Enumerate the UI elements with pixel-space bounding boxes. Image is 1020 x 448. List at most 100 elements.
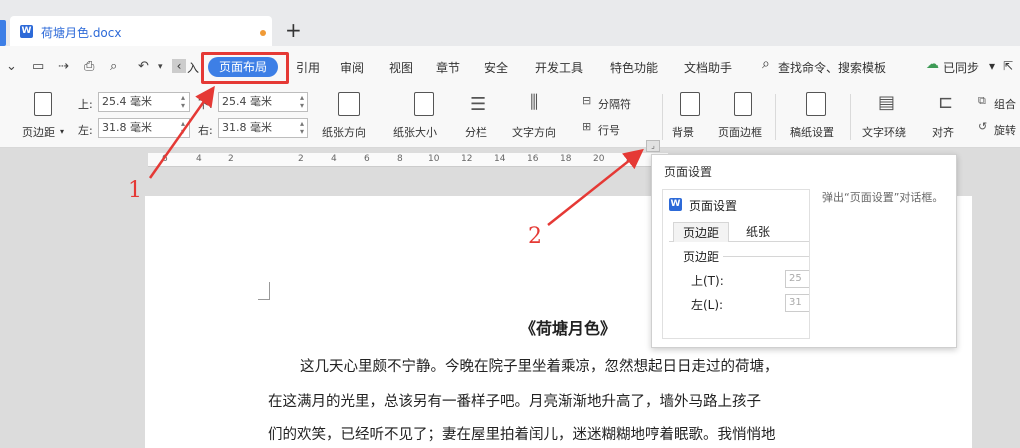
right-margin-label: 右:	[198, 124, 213, 137]
save-icon[interactable]: ▭	[32, 59, 44, 74]
search-command-box[interactable]: 查找命令、搜索模板	[778, 59, 886, 76]
tab-security[interactable]: 安全	[484, 59, 508, 76]
document-heading[interactable]: 《荷塘月色》	[520, 315, 616, 339]
line-number-icon: ⊞	[582, 120, 592, 133]
more-icon[interactable]: ‹	[172, 59, 186, 73]
rotate-button[interactable]: 旋转	[994, 122, 1016, 138]
print-icon[interactable]: ⎙	[84, 59, 94, 74]
bottom-margin-label: 下:	[198, 98, 213, 111]
tab-doc-assistant[interactable]: 文档助手	[684, 59, 732, 76]
ruler-tick: 10	[428, 154, 440, 164]
preview-dialog-title: 页面设置	[689, 199, 738, 213]
preview-tab-paper: 纸张	[745, 225, 770, 239]
cloud-sync-icon: ☁	[926, 57, 939, 72]
background-button[interactable]: 背景	[672, 124, 694, 140]
tab-features[interactable]: 特色功能	[610, 59, 658, 76]
word-doc-icon: W	[20, 25, 33, 38]
text-wrap-icon[interactable]: ▤	[878, 92, 895, 113]
ruler-tick: 4	[196, 154, 202, 164]
paper-size-icon[interactable]	[414, 92, 434, 116]
document-tab[interactable]: W 荷塘月色.docx	[10, 16, 272, 46]
ribbon-divider	[775, 94, 776, 140]
page-setup-dialog-preview: W 页面设置 页边距 纸张 页边距 上(T): 25 左(L): 31	[662, 189, 810, 339]
preview-tab-margins: 页边距	[673, 222, 729, 242]
ribbon-divider	[662, 94, 663, 140]
document-tab-title: 荷塘月色.docx	[41, 26, 122, 40]
right-margin-spin-down[interactable]: ▾	[300, 128, 304, 136]
page-border-icon[interactable]	[734, 92, 752, 116]
manuscript-button[interactable]: 稿纸设置	[790, 124, 834, 140]
new-tab-button[interactable]: +	[285, 20, 302, 40]
margin-corner-mark	[258, 282, 270, 300]
document-paragraph-line[interactable]: 们的欢笑，已经听不见了；妻在屋里拍着闰儿，迷迷糊糊地哼着眠歌。我悄悄地	[268, 423, 776, 444]
tab-review[interactable]: 审阅	[340, 59, 364, 76]
ribbon-divider	[850, 94, 851, 140]
document-paragraph-line[interactable]: 这几天心里颇不宁静。今晚在院子里坐着乘凉，忽然想起日日走过的荷塘，	[300, 355, 779, 376]
margins-icon[interactable]	[34, 92, 52, 116]
document-paragraph-line[interactable]: 在这满月的光里，总该另有一番样子吧。月亮渐渐地升高了，墙外马路上孩子	[268, 390, 761, 411]
preview-section-label: 页边距	[683, 250, 720, 264]
sync-status[interactable]: 已同步	[943, 59, 979, 76]
menu-bar: ⌄ ▭ ⇢ ⎙ ⌕ ↶ ▾ ‹ 入 页面布局 引用 审阅 视图 章节 安全 开发…	[0, 46, 1020, 86]
preview-divider	[723, 256, 809, 257]
tab-view[interactable]: 视图	[389, 59, 413, 76]
tab-references[interactable]: 引用	[296, 59, 320, 76]
bottom-margin-input[interactable]: 25.4 毫米	[218, 92, 308, 112]
align-icon[interactable]: ⊏	[938, 92, 953, 113]
ruler-tick: 6	[364, 154, 370, 164]
word-doc-icon: W	[669, 198, 682, 211]
orientation-button[interactable]: 纸张方向	[322, 124, 366, 140]
tab-developer[interactable]: 开发工具	[535, 59, 583, 76]
line-number-button[interactable]: 行号	[598, 122, 620, 138]
chevron-down-icon[interactable]: ⌄	[6, 59, 17, 74]
ruler-tick: 14	[494, 154, 506, 164]
left-margin-spin-down[interactable]: ▾	[181, 128, 185, 136]
background-icon[interactable]	[680, 92, 700, 116]
sync-dropdown-icon[interactable]: ▾	[989, 59, 995, 73]
top-margin-spin-down[interactable]: ▾	[181, 102, 185, 110]
page-setup-tooltip: 页面设置 W 页面设置 页边距 纸张 页边距 上(T): 25 左(L): 31…	[651, 154, 957, 348]
search-icon: ⌕	[762, 56, 770, 72]
separator-button[interactable]: 分隔符	[598, 96, 631, 112]
left-margin-input[interactable]: 31.8 毫米	[98, 118, 190, 138]
print-preview-icon[interactable]: ⌕	[110, 59, 117, 74]
align-button[interactable]: 对齐	[932, 124, 954, 140]
left-margin-label: 左:	[78, 124, 93, 137]
ruler-tick: 8	[397, 154, 403, 164]
text-direction-button[interactable]: 文字方向	[512, 124, 556, 140]
columns-button[interactable]: 分栏	[465, 124, 487, 140]
orientation-icon[interactable]	[338, 92, 360, 116]
undo-dropdown-icon[interactable]: ▾	[158, 62, 163, 72]
ruler-tick: 4	[331, 154, 337, 164]
group-button[interactable]: 组合	[994, 96, 1016, 112]
preview-top-field: 25	[785, 270, 809, 288]
page-border-button[interactable]: 页面边框	[718, 124, 762, 140]
ruler-tick: 2	[228, 154, 234, 164]
text-direction-icon[interactable]: ⫼	[530, 92, 538, 113]
page-setup-dialog-launcher-icon[interactable]: ⌟	[646, 140, 660, 152]
preview-top-label: 上(T):	[691, 274, 724, 288]
manuscript-icon[interactable]	[806, 92, 826, 116]
ruler-tick: 6	[162, 154, 168, 164]
menu-item-insert-partial[interactable]: 入	[187, 59, 199, 76]
margins-dropdown-icon[interactable]: ▾	[60, 127, 64, 136]
group-icon: ⧉	[978, 94, 986, 107]
columns-icon[interactable]: ☰	[470, 94, 486, 115]
undo-icon[interactable]: ↶	[138, 59, 149, 74]
paper-size-button[interactable]: 纸张大小	[393, 124, 437, 140]
separator-icon: ⊟	[582, 94, 592, 107]
annotation-number-1: 1	[128, 178, 142, 203]
title-tab-bar: W 荷塘月色.docx +	[0, 0, 1020, 46]
tab-chapters[interactable]: 章节	[436, 59, 460, 76]
ruler-tick: 22	[626, 154, 638, 164]
export-icon[interactable]: ⇢	[58, 59, 69, 74]
ruler-tick: 20	[593, 154, 605, 164]
share-icon[interactable]: ⇱	[1003, 59, 1013, 73]
horizontal-ruler[interactable]: 6 4 2 2 4 6 8 10 12 14 16 18 20 22	[148, 153, 668, 167]
right-margin-input[interactable]: 31.8 毫米	[218, 118, 308, 138]
top-margin-label: 上:	[78, 98, 93, 111]
top-margin-input[interactable]: 25.4 毫米	[98, 92, 190, 112]
text-wrap-button[interactable]: 文字环绕	[862, 124, 906, 140]
bottom-margin-spin-down[interactable]: ▾	[300, 102, 304, 110]
margins-button[interactable]: 页边距	[22, 124, 55, 140]
